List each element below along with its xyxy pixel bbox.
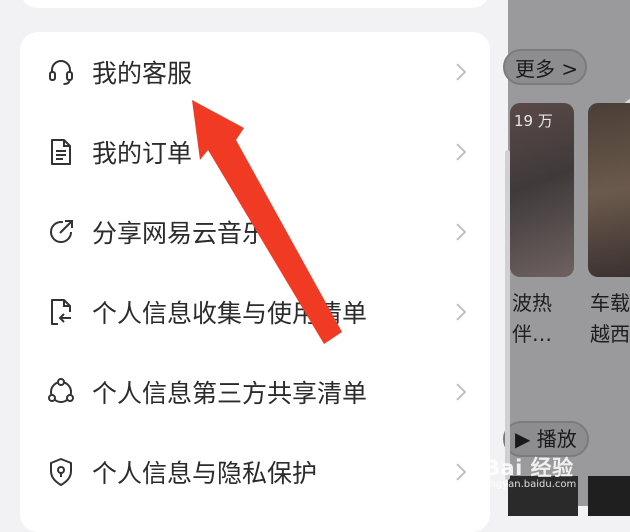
- play-count: 19 万: [514, 112, 553, 130]
- menu-item-label: 分享网易云音乐: [92, 219, 268, 248]
- chevron-right-icon: [456, 143, 467, 161]
- shield-lock-icon: [50, 458, 72, 486]
- menu-card: 我的客服 我的订单 分享网易云音乐 个人信息收集与使用清单 个人信息第三方共享清…: [20, 32, 490, 532]
- menu-item-label: 个人信息收集与使用清单: [92, 299, 368, 328]
- scrollbar: [505, 150, 510, 480]
- playlist-title: 波热: [512, 291, 552, 315]
- chevron-right-icon: [456, 463, 467, 481]
- menu-item-privacy[interactable]: 个人信息与隐私保护: [20, 432, 490, 512]
- chevron-right-icon: [456, 303, 467, 321]
- more-button: 更多 >: [503, 49, 587, 85]
- chevron-right-icon: [456, 223, 467, 241]
- document-icon: [51, 139, 71, 165]
- watermark-url: jingyan.baidu.com: [484, 479, 577, 490]
- share-icon: [50, 220, 73, 243]
- watermark: Bai 经验 jingyan.baidu.com: [484, 452, 630, 496]
- menu-item-info-collection[interactable]: 个人信息收集与使用清单: [20, 272, 490, 352]
- chevron-right-icon: [456, 63, 467, 81]
- playlist-title: 车载: [590, 291, 630, 315]
- menu-item-orders[interactable]: 我的订单: [20, 112, 490, 192]
- file-return-icon: [51, 299, 71, 325]
- menu-item-share[interactable]: 分享网易云音乐: [20, 192, 490, 272]
- top-card: [20, 0, 490, 8]
- playlist-title: 越西: [590, 322, 630, 346]
- menu-item-label: 个人信息第三方共享清单: [92, 379, 368, 408]
- watermark-logo-text: Bai 经验: [484, 456, 574, 480]
- menu-item-customer-service[interactable]: 我的客服: [20, 32, 490, 112]
- chevron-right-icon: [456, 383, 467, 401]
- share-nodes-icon: [48, 378, 74, 403]
- headset-icon: [49, 60, 73, 85]
- menu-item-third-party-sharing[interactable]: 个人信息第三方共享清单: [20, 352, 490, 432]
- menu-item-label: 我的客服: [92, 59, 193, 88]
- playlist-thumbnail: [588, 103, 630, 277]
- menu-item-label: 我的订单: [92, 139, 193, 168]
- menu-item-label: 个人信息与隐私保护: [92, 459, 318, 488]
- playlist-title: 伴…: [512, 322, 552, 346]
